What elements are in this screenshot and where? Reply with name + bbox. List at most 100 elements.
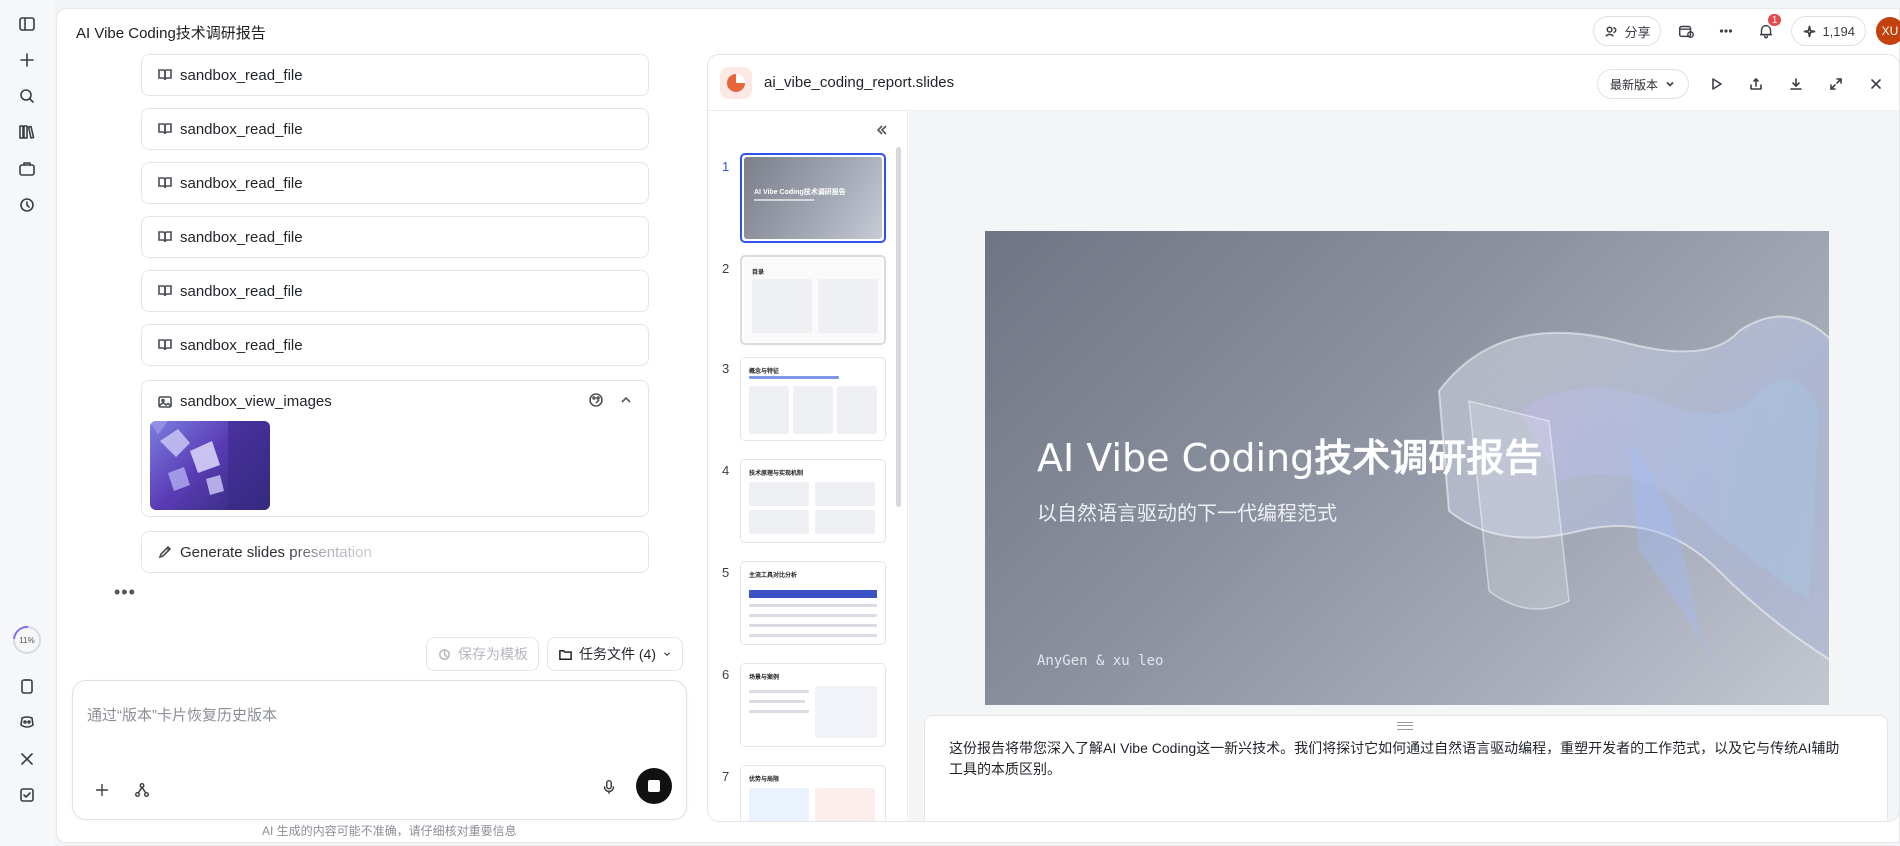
view-images-header[interactable]: sandbox_view_images [158,393,332,410]
top-right-toolbar: 分享 1 1,194 XU [1593,12,1900,47]
slide-thumbnail-5[interactable]: 主流工具对比分析 [740,561,886,645]
thumbnails-scrollbar[interactable] [896,147,901,507]
speaker-notes[interactable]: 这份报告将带您深入了解AI Vibe Coding这一新兴技术。我们将探讨它如何… [924,715,1888,821]
credits-button[interactable]: 1,194 [1791,16,1866,46]
chevron-down-icon [1666,81,1674,87]
collapse-thumbnails-button[interactable] [871,119,893,141]
usage-progress-label: 11% [19,635,35,645]
slide-thumbnail-1[interactable]: AI Vibe Coding技术调研报告 [740,153,886,243]
schedule-button[interactable] [1671,16,1701,46]
discord-icon[interactable] [13,708,41,736]
expand-button[interactable] [1821,69,1851,99]
viewed-image-thumbnail[interactable] [150,421,270,510]
attach-button[interactable] [87,775,117,805]
version-label: 最新版本 [1609,77,1658,92]
task-files-button[interactable]: 任务文件 (4) [547,637,683,671]
tool-call-card[interactable]: sandbox_read_file [141,324,649,366]
slide-thumbnails: 1 AI Vibe Coding技术调研报告 2 目录 3 概念与特征 4 技术… [708,111,908,821]
view-images-actions [588,392,634,408]
more-button[interactable] [1711,16,1741,46]
slide-title: AI Vibe Coding技术调研报告 [1037,427,1542,482]
thumbnail-title: AI Vibe Coding技术调研报告 [754,189,846,196]
share-label: 分享 [1624,24,1651,40]
slide-title-latin: AI Vibe Coding [1037,436,1315,480]
share-slides-button[interactable] [1741,69,1771,99]
template-icon [439,648,450,660]
current-slide[interactable]: AI Vibe Coding技术调研报告 以自然语言驱动的下一代编程范式 Any… [985,231,1829,705]
image-icon [158,395,172,408]
slide-thumbnail-3[interactable]: 概念与特征 [740,357,886,441]
speaker-notes-text: 这份报告将带您深入了解AI Vibe Coding这一新兴技术。我们将探讨它如何… [949,740,1840,777]
chat-actions: 保存为模板 任务文件 (4) [426,637,683,671]
view-images-label: sandbox_view_images [180,393,332,410]
briefcase-icon[interactable] [13,155,41,183]
loading-dots: ••• [114,582,136,602]
stop-button[interactable] [636,768,672,804]
present-button[interactable] [1701,69,1731,99]
credits-count: 1,194 [1822,23,1855,39]
book-icon [158,231,172,243]
stop-icon [648,780,660,792]
chevron-up-icon[interactable] [618,392,634,408]
plus-icon [95,783,109,797]
tools-button[interactable] [127,775,157,805]
slide-author: AnyGen & xu leo [1037,653,1164,669]
book-icon [158,285,172,297]
tool-call-label: sandbox_read_file [180,174,303,192]
history-icon[interactable] [13,191,41,219]
save-as-template-button[interactable]: 保存为模板 [426,637,539,671]
plus-icon[interactable] [13,46,41,74]
slide-stage: AI Vibe Coding技术调研报告 以自然语言驱动的下一代编程范式 Any… [909,111,1899,821]
sidebar-toggle-icon[interactable] [13,10,41,38]
notifications-button[interactable]: 1 [1751,12,1784,46]
slide-number: 4 [722,463,730,478]
thumbnail-title: 优势与局限 [749,777,780,783]
usage-progress-ring[interactable]: 11% [13,626,41,654]
share-button[interactable]: 分享 [1593,16,1662,46]
slides-panel: ai_vibe_coding_report.slides 最新版本 1 AI V… [707,54,1900,822]
slide-number: 5 [722,565,730,580]
clipboard-icon[interactable] [13,672,41,700]
slide-thumbnail-2[interactable]: 目录 [740,255,886,345]
tool-call-label: sandbox_read_file [180,66,303,84]
pencil-icon [158,545,172,559]
page-title: AI Vibe Coding技术调研报告 [76,25,266,42]
tool-call-card[interactable]: sandbox_read_file [141,162,649,204]
palette-icon[interactable] [588,392,604,408]
tool-call-card[interactable]: sandbox_read_file [141,54,649,96]
microphone-button[interactable] [594,772,624,802]
download-button[interactable] [1781,69,1811,99]
close-panel-button[interactable] [1861,69,1891,99]
library-icon[interactable] [13,118,41,146]
slide-number: 2 [722,261,730,276]
book-icon [158,123,172,135]
feedback-icon[interactable] [13,781,41,809]
tool-call-card[interactable]: sandbox_read_file [141,108,649,150]
thumbnail-title: 场景与案例 [749,675,780,681]
folder-icon [559,649,572,660]
play-icon [1712,78,1722,90]
microphone-icon [603,779,615,795]
x-icon[interactable] [13,745,41,773]
book-icon [158,177,172,189]
slides-file-name: ai_vibe_coding_report.slides [764,74,955,91]
slide-thumbnail-6[interactable]: 场景与案例 [740,663,886,747]
chat-composer [72,680,687,820]
generate-slides-card[interactable]: Generate slides presentation [141,531,649,573]
chevron-down-icon [664,652,670,656]
slide-number: 1 [722,159,730,174]
slide-number: 7 [722,769,730,784]
slide-title-cjk: 技术调研报告 [1314,436,1543,480]
chat-input[interactable] [87,695,667,735]
avatar[interactable]: XU [1876,17,1900,45]
tool-call-card[interactable]: sandbox_read_file [141,216,649,258]
slide-thumbnail-4[interactable]: 技术原理与实现机制 [740,459,886,543]
version-dropdown[interactable]: 最新版本 [1596,69,1689,99]
slide-thumbnail-7[interactable]: 优势与局限 [740,765,886,821]
calendar-clock-icon [1679,25,1695,39]
tool-call-card[interactable]: sandbox_read_file [141,270,649,312]
generate-slides-label: Generate slides presentation [180,543,372,561]
share-icon [1750,78,1762,90]
search-icon[interactable] [13,82,41,110]
drag-handle-icon[interactable] [1397,722,1413,730]
